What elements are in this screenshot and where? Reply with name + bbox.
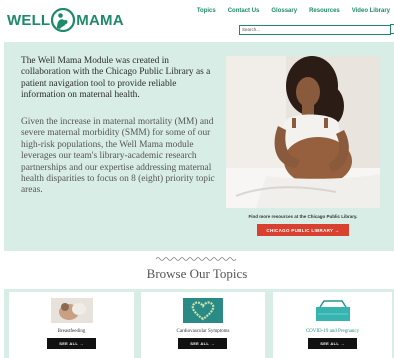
topic-card-cardiovascular[interactable]: Cardiovascular Symptoms SEE ALL → <box>141 292 265 358</box>
nav-contact-us[interactable]: Contact Us <box>228 8 260 14</box>
search-input[interactable]: Search... <box>239 25 391 35</box>
chicago-public-library-button[interactable]: CHICAGO PUBLIC LIBRARY → <box>257 224 349 236</box>
nav-topics[interactable]: Topics <box>197 8 216 14</box>
browse-topics-heading: Browse Our Topics <box>146 266 248 281</box>
main-nav: Topics Contact Us Glossary Resources Vid… <box>185 8 390 14</box>
topic-card-label: Cardiovascular Symptoms <box>176 329 230 334</box>
nav-video-library[interactable]: Video Library <box>352 8 390 14</box>
see-all-cardiovascular-button[interactable]: SEE ALL → <box>178 338 227 349</box>
logo-text-well: WELL <box>7 11 51 29</box>
see-all-breastfeeding-button[interactable]: SEE ALL → <box>47 338 96 349</box>
see-all-covid-button[interactable]: SEE ALL → <box>308 338 357 349</box>
site-header: WELL MAMA Topics Contact Us Glossary Res… <box>0 0 394 40</box>
covid-pregnancy-image <box>314 298 352 323</box>
topic-card-label: COVID-19 and Pregnancy <box>305 329 360 334</box>
logo-text-mama: MAMA <box>76 11 124 29</box>
details-paragraph: Given the increase in maternal mortality… <box>21 117 215 196</box>
nav-glossary[interactable]: Glossary <box>271 8 297 14</box>
resources-note: Find more resources at the Chicago Publi… <box>248 214 358 219</box>
cardiovascular-image <box>183 298 223 323</box>
topic-card-covid[interactable]: COVID-19 and Pregnancy SEE ALL → <box>273 292 392 358</box>
pregnant-woman-photo <box>226 56 380 208</box>
well-mama-logo[interactable]: WELL MAMA <box>7 8 124 32</box>
search-icon[interactable] <box>390 24 394 34</box>
mother-child-logo-icon <box>51 8 76 32</box>
intro-paragraph: The Well Mama Module was created in coll… <box>21 56 211 101</box>
wave-divider-icon <box>156 257 237 261</box>
topic-card-breastfeeding[interactable]: Breastfeeding SEE ALL → <box>9 292 134 358</box>
topic-card-label: Breastfeeding <box>57 329 86 334</box>
nav-resources[interactable]: Resources <box>309 8 340 14</box>
breastfeeding-image <box>51 298 93 323</box>
